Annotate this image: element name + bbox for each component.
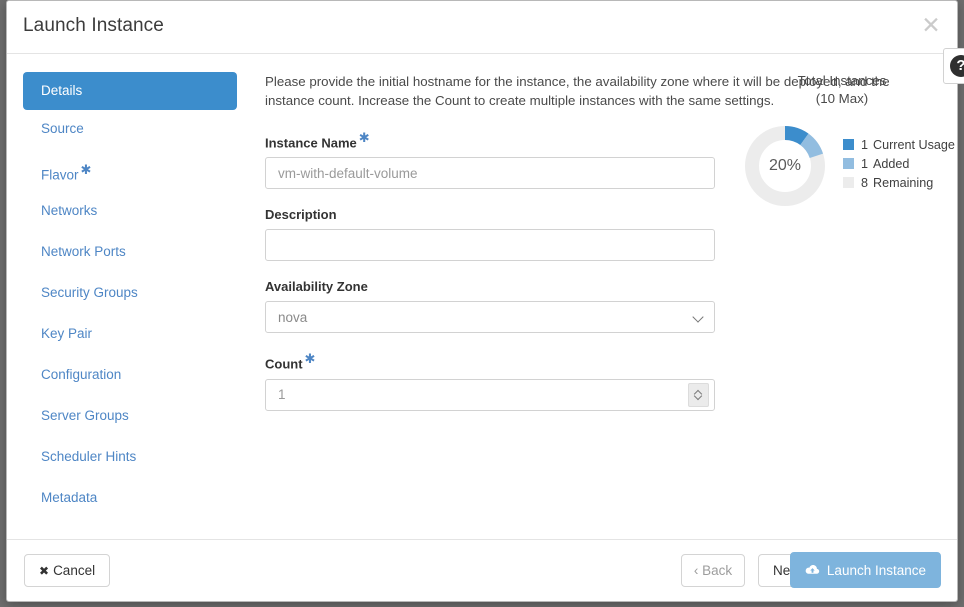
sidebar-item-label: Security Groups: [41, 285, 138, 300]
description-label: Description: [265, 207, 337, 223]
sidebar-item-label: Networks: [41, 203, 98, 218]
sidebar-item-label: Server Groups: [41, 408, 129, 423]
sidebar-item-network-ports[interactable]: Network Ports: [23, 236, 237, 267]
donut-percent-label: 20%: [768, 157, 802, 174]
quota-subtitle: (10 Max): [815, 91, 869, 106]
availability-zone-select[interactable]: nova: [265, 301, 715, 334]
close-icon[interactable]: ✕: [919, 14, 943, 38]
question-mark-icon: ?: [950, 55, 964, 77]
description-group: Description: [265, 207, 715, 262]
count-group: Count ✱: [265, 351, 715, 411]
sidebar-item-security-groups[interactable]: Security Groups: [23, 277, 237, 308]
cancel-button[interactable]: ✖ Cancel: [24, 554, 111, 587]
sidebar-item-label: Details: [41, 83, 83, 98]
availability-zone-label: Availability Zone: [265, 279, 368, 295]
sidebar-item-metadata[interactable]: Metadata: [23, 482, 237, 513]
legend-item: 1 Current Usage: [843, 138, 955, 152]
sidebar-item-label: Metadata: [41, 490, 98, 505]
legend-value: 1: [861, 137, 869, 152]
field-label-text: Instance Name: [265, 135, 357, 151]
sidebar-item-label: Configuration: [41, 367, 122, 382]
back-button[interactable]: ‹ Back: [681, 554, 745, 587]
sidebar-item-configuration[interactable]: Configuration: [23, 359, 237, 390]
description-input[interactable]: [265, 229, 715, 262]
legend-item: 8 Remaining: [843, 176, 955, 190]
modal-footer: ✖Cancel ‹ Back Next › Launch Instance: [7, 539, 957, 601]
legend-label: Current Usage: [873, 137, 955, 152]
legend-value: 1: [861, 156, 869, 171]
launch-instance-button[interactable]: Launch Instance: [789, 552, 941, 588]
count-input[interactable]: [265, 378, 715, 411]
sidebar-item-key-pair[interactable]: Key Pair: [23, 318, 237, 349]
legend-label: Added: [873, 156, 910, 171]
launch-instance-modal: Launch Instance ✕ ? Details Source Flavo…: [6, 0, 964, 602]
availability-zone-group: Availability Zone nova: [265, 279, 715, 334]
total-instances-donut-chart: 20%: [741, 122, 829, 210]
stepper-down-icon[interactable]: [695, 395, 702, 399]
sidebar-item-label: Network Ports: [41, 244, 126, 259]
quota-title: Total Instances: [797, 73, 887, 88]
wizard-nav: Details Source Flavor ✱ Networks Network …: [23, 72, 237, 523]
chart-legend: 1 Current Usage 1 Added 8 Remaining: [843, 138, 955, 195]
sidebar-item-details[interactable]: Details: [23, 72, 237, 110]
x-icon: ✖: [39, 564, 50, 578]
sidebar-item-flavor[interactable]: Flavor ✱: [23, 154, 237, 185]
modal-header: Launch Instance ✕: [7, 1, 957, 54]
field-label-text: Count: [265, 356, 303, 372]
cancel-button-label: Cancel: [53, 563, 96, 578]
help-button[interactable]: ?: [943, 48, 964, 84]
legend-item: 1 Added: [843, 157, 955, 171]
legend-label: Remaining: [873, 175, 934, 190]
sidebar-item-label: Flavor: [41, 167, 79, 183]
sidebar-item-source[interactable]: Source: [23, 113, 237, 144]
instance-name-input[interactable]: [265, 157, 715, 190]
count-stepper[interactable]: [688, 382, 709, 407]
instance-name-label: Instance Name ✱: [265, 130, 715, 150]
legend-swatch-current-usage: [843, 139, 854, 150]
sidebar-item-label: Scheduler Hints: [41, 449, 137, 464]
cloud-upload-icon: [805, 564, 820, 574]
details-form: Please provide the initial hostname for …: [265, 72, 890, 429]
required-marker: ✱: [304, 351, 316, 367]
modal-body: Details Source Flavor ✱ Networks Network …: [7, 54, 957, 540]
sidebar-item-networks[interactable]: Networks: [23, 195, 237, 226]
sidebar-item-label: Source: [41, 121, 84, 136]
sidebar-item-scheduler-hints[interactable]: Scheduler Hints: [23, 441, 237, 472]
required-marker: ✱: [80, 162, 92, 177]
back-button-label: ‹ Back: [693, 563, 733, 578]
quota-panel: Total Instances (10 Max) 20% 1 Current U…: [737, 72, 955, 210]
legend-value: 8: [861, 175, 869, 190]
instance-name-group: Instance Name ✱: [265, 130, 715, 190]
launch-instance-button-label: Launch Instance: [826, 562, 926, 578]
count-label: Count ✱: [265, 351, 715, 371]
required-marker: ✱: [358, 130, 370, 145]
sidebar-item-label: Key Pair: [41, 326, 93, 341]
sidebar-item-server-groups[interactable]: Server Groups: [23, 400, 237, 431]
page-title: Launch Instance: [23, 15, 164, 36]
legend-swatch-added: [843, 158, 854, 169]
legend-swatch-remaining: [843, 177, 854, 188]
